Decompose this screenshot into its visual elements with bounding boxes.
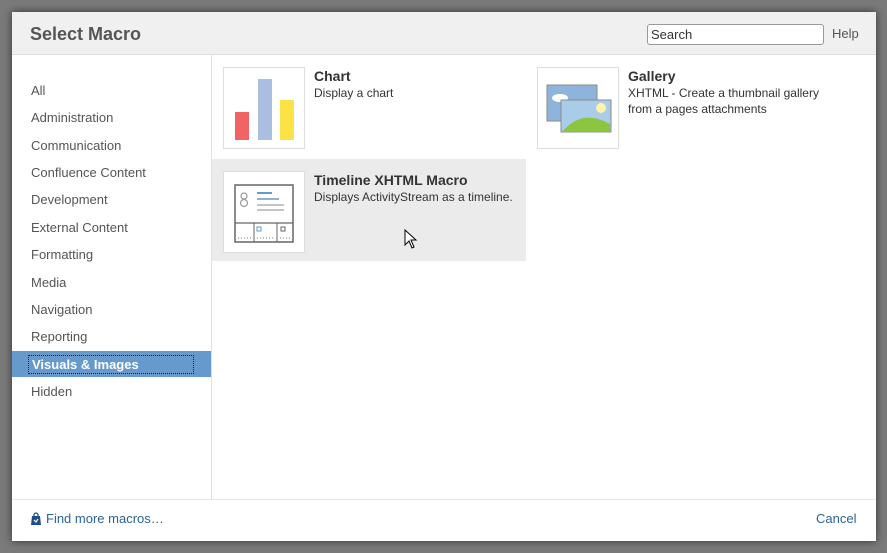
category-label: Reporting — [31, 329, 88, 344]
macro-list: Chart Display a chart Gallery XHTML - Cr… — [212, 55, 876, 499]
search-input[interactable] — [647, 24, 824, 45]
timeline-icon — [223, 171, 305, 253]
macro-name: Timeline XHTML Macro — [314, 172, 468, 188]
category-reporting[interactable]: Reporting — [12, 323, 211, 349]
category-label: Formatting — [31, 247, 94, 262]
category-confluence-content[interactable]: Confluence Content — [12, 159, 211, 185]
category-external-content[interactable]: External Content — [12, 214, 211, 240]
bar-chart-icon — [223, 67, 305, 149]
category-communication[interactable]: Communication — [12, 132, 211, 158]
macro-name: Gallery — [628, 68, 676, 84]
category-formatting[interactable]: Formatting — [12, 241, 211, 267]
category-sidebar: All Administration Communication Conflue… — [12, 55, 212, 499]
dialog-header: Select Macro Help — [12, 12, 876, 55]
category-label: Administration — [31, 110, 114, 125]
macro-description: XHTML - Create a thumbnail gallery from … — [628, 86, 819, 116]
macro-tile-gallery[interactable]: Gallery XHTML - Create a thumbnail galle… — [526, 55, 840, 157]
macro-description: Display a chart — [314, 86, 394, 100]
cancel-button[interactable]: Cancel — [816, 511, 856, 526]
help-link[interactable]: Help — [832, 26, 859, 41]
mouse-pointer-icon — [404, 229, 418, 249]
category-label: Hidden — [31, 384, 73, 399]
macro-description: Displays ActivityStream as a timeline. — [314, 190, 513, 204]
select-macro-dialog: Select Macro Help All Administration Com… — [12, 12, 876, 541]
gallery-icon — [537, 67, 619, 149]
category-administration[interactable]: Administration — [12, 104, 211, 130]
category-label: Development — [31, 192, 108, 207]
category-visuals-images[interactable]: Visuals & Images — [12, 351, 211, 377]
macro-name: Chart — [314, 68, 351, 84]
macro-tile-chart[interactable]: Chart Display a chart — [212, 55, 526, 157]
category-label: Navigation — [31, 302, 93, 317]
find-more-label: Find more macros… — [46, 511, 164, 526]
category-navigation[interactable]: Navigation — [12, 296, 211, 322]
shopping-bag-icon — [31, 512, 41, 525]
category-hidden[interactable]: Hidden — [12, 378, 211, 404]
find-more-macros-link[interactable]: Find more macros… — [30, 511, 164, 526]
category-label: Confluence Content — [31, 165, 146, 180]
category-label: Media — [31, 275, 67, 290]
category-label: Communication — [31, 138, 122, 153]
category-label: Visuals & Images — [28, 355, 194, 374]
category-media[interactable]: Media — [12, 269, 211, 295]
category-all[interactable]: All — [12, 77, 211, 103]
category-label: External Content — [31, 220, 128, 235]
category-label: All — [31, 83, 46, 98]
dialog-title: Select Macro — [30, 24, 142, 44]
dialog-footer: Find more macros… Cancel — [12, 499, 876, 541]
category-development[interactable]: Development — [12, 186, 211, 212]
macro-tile-timeline[interactable]: Timeline XHTML Macro Displays ActivitySt… — [212, 159, 526, 261]
